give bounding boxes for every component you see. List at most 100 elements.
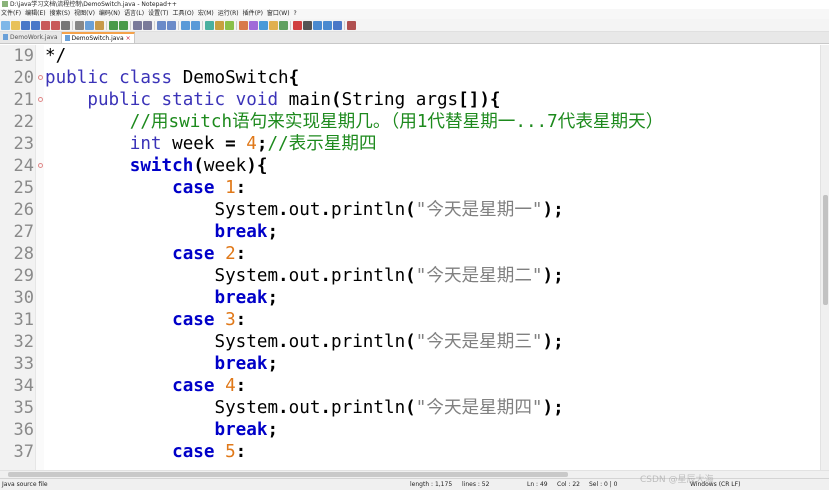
code-token: break [214, 354, 268, 374]
lang-icon[interactable] [239, 21, 248, 30]
folder-ws-icon[interactable] [269, 21, 278, 30]
fold-marker-icon[interactable] [38, 163, 43, 168]
close-all-icon[interactable] [51, 21, 60, 30]
new-file-icon[interactable] [1, 21, 10, 30]
paste-icon[interactable] [95, 21, 104, 30]
code-line: 20 public class DemoSwitch{ [0, 67, 820, 89]
code-line: 19 */ [0, 45, 820, 67]
vertical-scrollbar[interactable] [820, 45, 829, 470]
close-tab-icon[interactable]: × [126, 35, 131, 42]
file-tab-icon [64, 35, 70, 41]
code-line: 23 int week = 4;//表示星期四 [0, 133, 820, 155]
menu-bar: 文件(F) 编辑(E) 搜索(S) 视图(V) 编码(N) 语言(L) 设置(T) 工具(O)… [0, 9, 829, 19]
cut-icon[interactable] [75, 21, 84, 30]
menu-item[interactable]: 工具(O) [172, 9, 193, 19]
tab-demoswitch[interactable]: DemoSwitch.java × [61, 32, 135, 43]
code-token: ); [542, 332, 564, 352]
code-line: 27 break; [0, 221, 820, 243]
code-token: //表示星期四 [267, 134, 377, 154]
file-tab-icon [3, 34, 8, 40]
line-number: 27 [13, 222, 34, 242]
record-macro-icon[interactable] [293, 21, 302, 30]
code-token: ){ [246, 156, 268, 176]
menu-item[interactable]: 搜索(S) [50, 9, 71, 19]
doc-map-icon[interactable] [249, 21, 258, 30]
zoom-in-icon[interactable] [157, 21, 166, 30]
code-token: 4 [246, 134, 257, 154]
line-number: 24 [13, 156, 34, 176]
line-number: 30 [13, 288, 34, 308]
redo-icon[interactable] [119, 21, 128, 30]
code-token: */ [45, 46, 67, 66]
menu-item[interactable]: 插件(P) [243, 9, 263, 19]
replace-icon[interactable] [143, 21, 152, 30]
save-macro-icon[interactable] [333, 21, 342, 30]
open-file-icon[interactable] [11, 21, 20, 30]
find-icon[interactable] [133, 21, 142, 30]
menu-item[interactable]: 窗口(W) [267, 9, 290, 19]
indent-guide-icon[interactable] [225, 21, 234, 30]
code-text: switch(week){ [45, 155, 268, 177]
code-token: case [172, 442, 215, 462]
all-chars-icon[interactable] [215, 21, 224, 30]
menu-item[interactable]: 语言(L) [124, 9, 144, 19]
code-line: 37 case 5: [0, 441, 820, 463]
toolbar-separator [72, 21, 73, 30]
toolbar-separator [154, 21, 155, 30]
code-text: */ [45, 45, 66, 67]
tab-demowork[interactable]: DemoWork.java [0, 32, 62, 43]
code-token: ( [331, 90, 342, 110]
fold-marker-icon[interactable] [38, 75, 43, 80]
code-editor[interactable]: 19 */20 public class DemoSwitch{21 public … [0, 45, 820, 470]
line-number: 34 [13, 376, 34, 396]
code-token: . [278, 200, 289, 220]
play-macro-icon[interactable] [313, 21, 322, 30]
horizontal-scroll-thumb[interactable] [8, 472, 568, 477]
code-token: case [172, 310, 215, 330]
run-multi-icon[interactable] [323, 21, 332, 30]
code-token: out [288, 200, 321, 220]
code-token: . [278, 332, 289, 352]
menu-item[interactable]: 宏(M) [198, 9, 214, 19]
save-all-icon[interactable] [31, 21, 40, 30]
code-token: out [288, 398, 321, 418]
menu-item[interactable]: 视图(V) [74, 9, 95, 19]
sync-h-icon[interactable] [191, 21, 200, 30]
line-number: 35 [13, 398, 34, 418]
fold-marker-icon[interactable] [38, 97, 43, 102]
sync-v-icon[interactable] [181, 21, 190, 30]
zoom-out-icon[interactable] [167, 21, 176, 30]
menu-item[interactable]: ? [294, 9, 297, 19]
copy-icon[interactable] [85, 21, 94, 30]
abc-icon[interactable] [347, 21, 356, 30]
code-token: 4 [225, 376, 236, 396]
monitor-icon[interactable] [279, 21, 288, 30]
line-number: 33 [13, 354, 34, 374]
code-token: println [331, 266, 406, 286]
menu-item[interactable]: 编辑(E) [25, 9, 45, 19]
wrap-icon[interactable] [205, 21, 214, 30]
code-token: //用switch语句来实现星期几。（用1代替星期一...7代表星期天） [129, 112, 664, 132]
vertical-scroll-thumb[interactable] [823, 195, 828, 305]
menu-item[interactable]: 运行(R) [218, 9, 239, 19]
close-file-icon[interactable] [41, 21, 50, 30]
menu-item[interactable]: 编码(N) [99, 9, 120, 19]
code-text: break; [45, 353, 278, 375]
func-list-icon[interactable] [259, 21, 268, 30]
stop-record-icon[interactable] [303, 21, 312, 30]
save-icon[interactable] [21, 21, 30, 30]
code-token: week [161, 134, 226, 154]
code-token: : [235, 376, 247, 396]
code-token: = [225, 134, 236, 154]
menu-item[interactable]: 设置(T) [148, 9, 168, 19]
code-token: 3 [225, 310, 236, 330]
menu-item[interactable]: 文件(F) [1, 9, 21, 19]
code-line: 34 case 4: [0, 375, 820, 397]
code-line: 28 case 2: [0, 243, 820, 265]
undo-icon[interactable] [109, 21, 118, 30]
print-icon[interactable] [61, 21, 70, 30]
code-token: println [331, 398, 406, 418]
